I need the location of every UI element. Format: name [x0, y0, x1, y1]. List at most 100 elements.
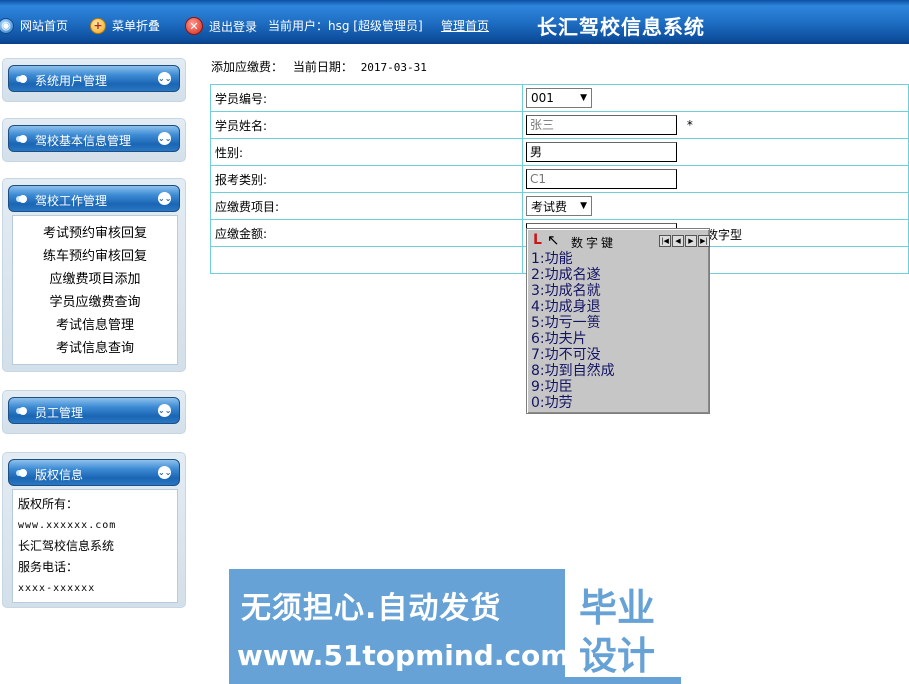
ime-title: 数字键 [571, 236, 617, 250]
menu-fee-item-add[interactable]: 应缴费项目添加 [13, 268, 177, 291]
student-name-cell: 张三 * [522, 111, 909, 139]
watermark-logo-line2: 设计 [579, 634, 656, 678]
watermark-slogan: 无须担心.自动发货 [241, 591, 502, 626]
panel-title: 驾校工作管理 [35, 194, 108, 208]
student-name-label: 学员姓名: [210, 111, 523, 139]
ime-candidate[interactable]: 2:功成名遂 [531, 267, 707, 283]
panel-title: 版权信息 [35, 468, 84, 482]
ime-candidate[interactable]: 9:功臣 [531, 379, 707, 395]
plus-icon: + [90, 17, 106, 34]
menu-exam-info-query[interactable]: 考试信息查询 [13, 337, 177, 360]
chevron-down-icon[interactable]: ⌄⌄ [158, 132, 171, 145]
date-label: 当前日期： [292, 60, 353, 74]
panel-header-system-users[interactable]: 系统用户管理 ⌄⌄ [8, 65, 180, 92]
copyright-phone: xxxx-xxxxxx [18, 583, 96, 594]
chevron-down-icon[interactable]: ⌄⌄ [158, 404, 171, 417]
current-date: 2017-03-31 [360, 61, 427, 74]
chevron-down-icon[interactable]: ⌄⌄ [158, 72, 171, 85]
required-mark: * [686, 117, 693, 132]
menu-fold-label: 菜单折叠 [112, 19, 161, 33]
panel-body-copyright: 版权所有： www.xxxxxx.com 长汇驾校信息系统 服务电话： xxxx… [12, 489, 178, 603]
gender-label: 性别: [210, 138, 523, 166]
panel-title: 驾校基本信息管理 [35, 134, 132, 148]
current-user-text: 当前用户：hsg [超级管理员] [268, 19, 423, 33]
dropdown-arrow-icon: ▼ [580, 201, 587, 211]
menu-fold-link[interactable]: + 菜单折叠 [90, 17, 160, 34]
student-no-select[interactable]: 001 ▼ [526, 88, 592, 108]
form-row-fee-item: 应缴费项目: 考试费 ▼ [210, 192, 909, 220]
copyright-website: www.xxxxxx.com [18, 520, 117, 531]
chevron-down-icon[interactable]: ⌄⌄ [158, 192, 171, 205]
top-bar: ◉ 网站首页 + 菜单折叠 ✕ 退出登录 当前用户：hsg [超级管理员] 管理… [0, 0, 909, 44]
panel-system-users: 系统用户管理 ⌄⌄ [2, 58, 186, 102]
gender-cell: 男 [522, 138, 909, 166]
close-icon: ✕ [185, 17, 203, 35]
ime-candidate[interactable]: 1:功能 [531, 251, 707, 267]
bullet-icon [19, 407, 27, 415]
globe-icon: ◉ [0, 17, 14, 34]
menu-exam-booking-review[interactable]: 考试预约审核回复 [13, 222, 177, 245]
form-row-student-name: 学员姓名: 张三 * [210, 111, 909, 139]
menu-exam-info-manage[interactable]: 考试信息管理 [13, 314, 177, 337]
panel-body-school-work: 考试预约审核回复 练车预约审核回复 应缴费项目添加 学员应缴费查询 考试信息管理… [12, 215, 178, 365]
first-page-icon[interactable]: |◀ [659, 235, 671, 247]
ime-candidate[interactable]: 3:功成名就 [531, 283, 707, 299]
next-page-icon[interactable]: ▶ [685, 235, 697, 247]
menu-practice-booking-review[interactable]: 练车预约审核回复 [13, 245, 177, 268]
gender-input[interactable]: 男 [526, 142, 677, 162]
ime-candidate[interactable]: 4:功成身退 [531, 299, 707, 315]
form-row-gender: 性别: 男 [210, 138, 909, 166]
logout-label: 退出登录 [209, 19, 258, 34]
chevron-down-icon[interactable]: ⌄⌄ [158, 466, 171, 479]
menu-student-fee-query[interactable]: 学员应缴费查询 [13, 291, 177, 314]
admin-home-link[interactable]: 管理首页 [441, 17, 489, 34]
bullet-icon [19, 469, 27, 477]
panel-header-staff[interactable]: 员工管理 ⌄⌄ [8, 397, 180, 424]
ime-candidate[interactable]: 8:功到自然成 [531, 363, 707, 379]
watermark-logo-line1: 毕业 [579, 586, 656, 630]
bullet-icon [19, 75, 27, 83]
ime-candidate[interactable]: 5:功亏一篑 [531, 315, 707, 331]
ime-candidate[interactable]: 7:功不可没 [531, 347, 707, 363]
category-input[interactable]: C1 [526, 169, 677, 189]
ime-page-nav: |◀ ◀ ▶ ▶| [659, 235, 711, 247]
sidebar: 系统用户管理 ⌄⌄ 驾校基本信息管理 ⌄⌄ 驾校工作管理 ⌄⌄ 考试预约审核回复… [0, 44, 192, 684]
ime-candidate[interactable]: 6:功夫片 [531, 331, 707, 347]
watermark-logo-box: 毕业 设计 [565, 569, 681, 678]
panel-title: 员工管理 [35, 406, 84, 420]
panel-school-work: 驾校工作管理 ⌄⌄ 考试预约审核回复 练车预约审核回复 应缴费项目添加 学员应缴… [2, 178, 186, 372]
watermark-url: www.51topmind.com [237, 639, 570, 672]
page-heading: 添加应缴费： 当前日期： 2017-03-31 [211, 58, 427, 75]
panel-header-copyright[interactable]: 版权信息 ⌄⌄ [8, 459, 180, 486]
copyright-phone-label: 服务电话： [18, 560, 79, 574]
category-label: 报考类别: [210, 165, 523, 193]
last-page-icon[interactable]: ▶| [698, 235, 710, 247]
student-no-label: 学员编号: [210, 84, 523, 112]
copyright-owner-label: 版权所有： [18, 497, 79, 511]
empty-cell [210, 246, 523, 274]
watermark-banner: 无须担心.自动发货 www.51topmind.com 毕业 设计 [229, 569, 681, 684]
ime-header: L ↖ 数字键 |◀ ◀ ▶ ▶| [529, 231, 710, 251]
page-title: 添加应缴费： [211, 60, 284, 74]
logout-link[interactable]: ✕ 退出登录 [185, 17, 257, 35]
category-cell: C1 [522, 165, 909, 193]
student-no-cell: 001 ▼ [522, 84, 909, 112]
fee-item-cell: 考试费 ▼ [522, 192, 909, 220]
prev-page-icon[interactable]: ◀ [672, 235, 684, 247]
amount-type-hint: 数字型 [706, 228, 743, 242]
ime-candidate[interactable]: 0:功劳 [531, 395, 707, 411]
panel-school-info: 驾校基本信息管理 ⌄⌄ [2, 118, 186, 162]
amount-label: 应缴金额: [210, 219, 523, 247]
panel-header-school-work[interactable]: 驾校工作管理 ⌄⌄ [8, 185, 180, 212]
fee-item-value: 考试费 [531, 199, 568, 214]
mouse-cursor-icon: ↖ [547, 231, 560, 249]
home-link[interactable]: ◉ 网站首页 [0, 17, 68, 34]
panel-title: 系统用户管理 [35, 74, 108, 88]
fee-item-select[interactable]: 考试费 ▼ [526, 196, 592, 216]
student-no-value: 001 [531, 91, 554, 105]
home-link-label: 网站首页 [20, 19, 69, 33]
copyright-system-name: 长汇驾校信息系统 [18, 539, 115, 553]
student-name-input[interactable]: 张三 [526, 115, 677, 135]
form-row-category: 报考类别: C1 [210, 165, 909, 193]
panel-header-school-info[interactable]: 驾校基本信息管理 ⌄⌄ [8, 125, 180, 152]
